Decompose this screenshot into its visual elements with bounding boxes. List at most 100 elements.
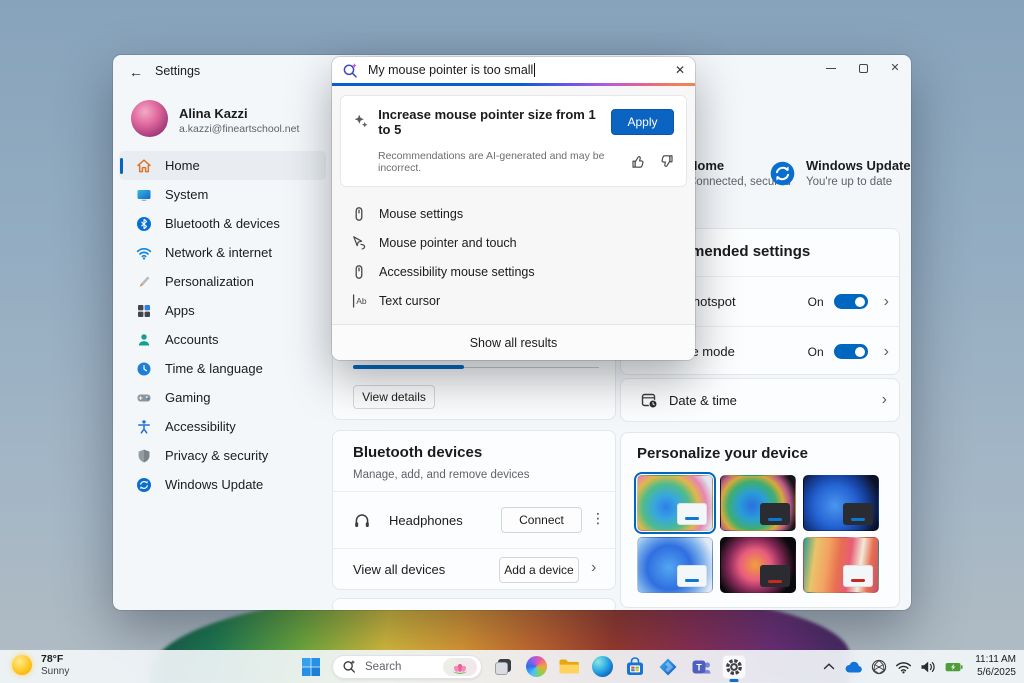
sidebar-item-network-internet[interactable]: Network & internet: [119, 238, 326, 267]
sidebar-item-system[interactable]: System: [119, 180, 326, 209]
task-view-icon: [493, 657, 513, 677]
onedrive-icon[interactable]: [844, 660, 863, 674]
thumbs-up-icon[interactable]: [631, 154, 646, 169]
date-time-label: Date & time: [669, 393, 737, 408]
search-flyout: My mouse pointer is too small ✕ Increase…: [332, 57, 695, 360]
connect-button[interactable]: Connect: [501, 507, 582, 533]
avatar[interactable]: [131, 100, 168, 137]
sidebar-item-accounts[interactable]: Accounts: [119, 325, 326, 354]
wifi-tray-icon[interactable]: [895, 660, 912, 674]
view-all-devices-row[interactable]: View all devices Add a device ›: [333, 548, 615, 589]
airplane-toggle[interactable]: [834, 344, 868, 359]
start-button[interactable]: [299, 655, 323, 679]
bluetooth-icon: [135, 215, 152, 232]
add-device-button[interactable]: Add a device: [499, 557, 579, 583]
task-view-button[interactable]: [491, 655, 515, 679]
sidebar-item-accessibility[interactable]: Accessibility: [119, 412, 326, 441]
tray-chevron-up-icon[interactable]: [822, 660, 836, 673]
teams-icon: T: [691, 657, 711, 677]
desktop: ← Settings ✕ Alina Kazzi a.kazzi@fineart…: [0, 0, 1024, 683]
mouse-icon: [351, 264, 367, 280]
theme-dark-pink-flower[interactable]: [720, 537, 796, 593]
taskbar-search-box[interactable]: Search: [332, 655, 482, 679]
sidebar-item-time-language[interactable]: Time & language: [119, 354, 326, 383]
search-query-input[interactable]: My mouse pointer is too small: [368, 63, 533, 77]
svg-text:Ab: Ab: [356, 296, 367, 306]
teams-button[interactable]: T: [689, 655, 713, 679]
theme-dark-rainbow-bloom[interactable]: [720, 475, 796, 531]
copilot-button[interactable]: [524, 655, 548, 679]
store-icon: [625, 657, 645, 677]
update-icon: [135, 476, 152, 493]
accessibility-icon: [135, 418, 152, 435]
battery-charging-icon[interactable]: [944, 660, 964, 674]
theme-color-stripes[interactable]: [803, 537, 879, 593]
thumbs-down-icon[interactable]: [659, 154, 674, 169]
close-button[interactable]: ✕: [879, 55, 911, 81]
windows-update-block[interactable]: Windows Update You're up to date: [769, 158, 911, 188]
bluetooth-title: Bluetooth devices: [353, 444, 482, 461]
m365-copilot-button[interactable]: [656, 655, 680, 679]
window-title: Settings: [155, 64, 200, 78]
sidebar-item-label: Windows Update: [165, 477, 263, 492]
bluetooth-card: Bluetooth devices Manage, add, and remov…: [332, 430, 616, 590]
apply-button[interactable]: Apply: [611, 109, 674, 135]
date-time-card[interactable]: Date & time ›: [620, 378, 900, 422]
storage-progress-bar: [353, 365, 599, 369]
edge-icon: [592, 656, 613, 677]
chevron-right-icon: ›: [591, 560, 596, 576]
search-bar[interactable]: My mouse pointer is too small ✕: [332, 57, 695, 83]
result-text-cursor[interactable]: Ab Text cursor: [340, 287, 687, 316]
update-status: You're up to date: [806, 176, 911, 188]
more-options-icon[interactable]: ⋮: [591, 510, 605, 527]
sidebar-item-apps[interactable]: Apps: [119, 296, 326, 325]
copilot-icon: [526, 656, 547, 677]
sidebar-item-label: Bluetooth & devices: [165, 216, 280, 231]
studio-effects-icon[interactable]: [871, 659, 887, 675]
clear-search-icon[interactable]: ✕: [675, 63, 685, 77]
minimize-button[interactable]: [815, 55, 847, 81]
view-details-button[interactable]: View details: [353, 385, 435, 409]
theme-light-blue-bloom[interactable]: [637, 537, 713, 593]
sidebar-item-personalization[interactable]: Personalization: [119, 267, 326, 296]
sidebar-item-home[interactable]: Home: [119, 151, 326, 180]
settings-taskbar-button[interactable]: [722, 655, 746, 679]
theme-gallery: [637, 475, 879, 593]
show-all-results-button[interactable]: Show all results: [332, 324, 695, 360]
maximize-button[interactable]: [847, 55, 879, 81]
theme-light-rainbow-bloom[interactable]: [637, 475, 713, 531]
sidebar-item-gaming[interactable]: Gaming: [119, 383, 326, 412]
sidebar-item-label: System: [165, 187, 208, 202]
result-mouse-pointer-touch[interactable]: Mouse pointer and touch: [340, 229, 687, 258]
m365-copilot-icon: [658, 657, 678, 677]
view-all-devices-label: View all devices: [353, 562, 445, 577]
sidebar-item-label: Gaming: [165, 390, 211, 405]
result-label: Mouse pointer and touch: [379, 236, 517, 250]
hotspot-toggle[interactable]: [834, 294, 868, 309]
result-label: Text cursor: [379, 294, 440, 308]
edge-button[interactable]: [590, 655, 614, 679]
file-explorer-button[interactable]: [557, 655, 581, 679]
microsoft-store-button[interactable]: [623, 655, 647, 679]
sidebar-item-windows-update[interactable]: Windows Update: [119, 470, 326, 499]
user-email: a.kazzi@fineartschool.net: [179, 123, 299, 135]
sidebar-item-bluetooth-devices[interactable]: Bluetooth & devices: [119, 209, 326, 238]
back-button[interactable]: ←: [123, 60, 149, 84]
search-results-list: Mouse settings Mouse pointer and touch A…: [340, 200, 687, 316]
result-mouse-settings[interactable]: Mouse settings: [340, 200, 687, 229]
mouse-icon: [351, 206, 367, 222]
text-caret: [534, 63, 535, 77]
weather-widget[interactable]: 78°F Sunny: [12, 653, 69, 677]
clock-icon: [135, 360, 152, 377]
update-title: Windows Update: [806, 158, 911, 173]
sidebar-item-privacy-security[interactable]: Privacy & security: [119, 441, 326, 470]
result-accessibility-mouse[interactable]: Accessibility mouse settings: [340, 258, 687, 287]
tray-clock[interactable]: 11:11 AM 5/6/2025: [975, 654, 1016, 679]
weather-temp: 78°F: [41, 653, 69, 665]
sidebar-item-label: Time & language: [165, 361, 263, 376]
headphones-icon: [353, 512, 371, 528]
volume-icon[interactable]: [920, 660, 936, 674]
theme-dark-blue-bloom[interactable]: [803, 475, 879, 531]
windows-logo-icon: [301, 657, 321, 677]
chevron-right-icon: ›: [884, 294, 889, 310]
